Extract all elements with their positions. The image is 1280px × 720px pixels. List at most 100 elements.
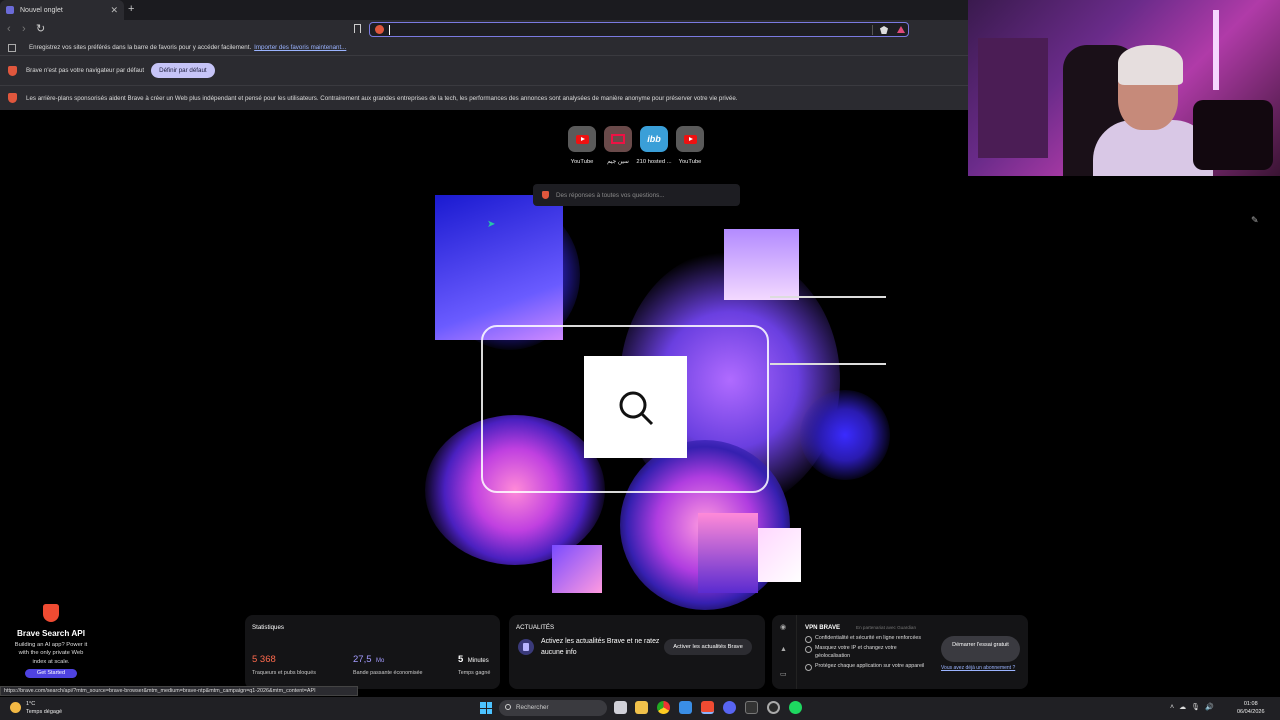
vpn-tab-icon[interactable]: ◉: [780, 623, 786, 631]
weather-widget[interactable]: 1°C Temps dégagé: [10, 700, 62, 717]
leo-placeholder: Des réponses à toutes vos questions...: [556, 191, 665, 199]
default-browser-infobar: Brave n'est pas votre navigateur par déf…: [0, 55, 968, 85]
vpn-partner: En partenariat avec Guardian: [856, 625, 917, 630]
back-icon[interactable]: ‹: [7, 23, 11, 35]
taskbar-search[interactable]: Rechercher: [499, 700, 607, 716]
close-tab-icon[interactable]: ✕: [110, 5, 118, 16]
brave-logo-icon: [43, 604, 59, 622]
sponsored-notice-bar: Les arrière-plans sponsorisés aident Bra…: [0, 85, 968, 110]
already-subscribed-link[interactable]: Vous avez déjà un abonnement ?: [941, 665, 1021, 672]
stats-title: Statistiques: [252, 624, 284, 631]
terminal-icon[interactable]: [745, 701, 758, 714]
search-api-promo[interactable]: Brave Search API Building an AI app? Pow…: [0, 604, 102, 689]
start-trial-button[interactable]: Démarrer l'essai gratuit: [941, 636, 1020, 662]
tab-strip: [0, 0, 968, 20]
bookmark-icon[interactable]: [354, 24, 361, 33]
stat-unit: Mo: [375, 658, 385, 664]
notepad-icon[interactable]: [679, 701, 692, 714]
taskbar-search-placeholder: Rechercher: [516, 704, 549, 711]
bookmarks-bar-text: Enregistrez vos sites préférés dans la b…: [29, 44, 252, 51]
card-switcher: ◉ ▲ ▭: [772, 615, 797, 689]
import-bookmarks-link[interactable]: Importer des favoris maintenant...: [254, 44, 346, 51]
enable-news-button[interactable]: Activer les actualités Brave: [664, 639, 752, 655]
file-explorer-icon[interactable]: [635, 701, 648, 714]
clock[interactable]: 01:08 06/04/2026: [1237, 700, 1265, 717]
clock-time: 01:08: [1243, 701, 1258, 707]
apps-icon[interactable]: [8, 43, 16, 52]
news-icon: [518, 639, 534, 655]
obs-icon[interactable]: [767, 701, 780, 714]
vpn-title: VPN BRAVE: [805, 624, 841, 631]
stat-unit: Minutes: [467, 658, 489, 664]
weather-desc: Temps dégagé: [26, 709, 63, 716]
text-caret: [389, 25, 390, 35]
stat-caption: Temps gagné: [458, 670, 491, 676]
stat-trackers: 5 368 Traqueurs et pubs bloqués: [252, 649, 316, 676]
default-browser-text: Brave n'est pas votre navigateur par déf…: [26, 67, 145, 74]
stat-caption: Traqueurs et pubs bloqués: [252, 670, 316, 676]
mouse-cursor-icon: ➤: [487, 219, 496, 230]
site-icon: [604, 126, 632, 152]
youtube-icon: [676, 126, 704, 152]
top-site-youtube[interactable]: YouTube: [568, 126, 596, 165]
top-site-3[interactable]: ibb 210 hosted ...: [636, 126, 672, 165]
search-icon: [505, 704, 511, 710]
set-default-button[interactable]: Définir par défaut: [151, 63, 215, 78]
get-started-button[interactable]: Get Started: [25, 669, 77, 679]
moon-icon: [10, 702, 21, 713]
news-text: Activez les actualités Brave et ne ratez…: [541, 638, 660, 656]
talk-tab-icon[interactable]: ▭: [780, 670, 787, 678]
news-title: ACTUALITÉS: [516, 624, 555, 631]
stat-time: 5 Minutes Temps gagné: [458, 649, 490, 676]
separator: [872, 25, 873, 35]
brave-lion-icon: [8, 93, 17, 103]
brave-rewards-icon[interactable]: [897, 26, 905, 33]
top-site-2[interactable]: سين جيم: [604, 126, 632, 165]
leo-ask-input[interactable]: Des réponses à toutes vos questions...: [533, 184, 740, 206]
sponsored-notice-text: Les arrière-plans sponsorisés aident Bra…: [26, 94, 738, 102]
vpn-card: ◉ ▲ ▭ VPN BRAVE En partenariat avec Guar…: [772, 615, 1028, 689]
stat-value: 27,5: [353, 654, 372, 665]
brave-lion-icon: [8, 65, 17, 76]
brave-taskbar-icon[interactable]: [701, 701, 714, 714]
brave-tab-icon: [6, 6, 14, 14]
stat-caption: Bande passante économisée: [353, 670, 423, 676]
vpn-features: Confidentialité et sécurité en ligne ren…: [805, 635, 933, 673]
ibb-icon: ibb: [640, 126, 668, 152]
stat-value: 5 368: [252, 654, 276, 665]
address-bar[interactable]: [369, 22, 909, 37]
chrome-icon[interactable]: [657, 701, 670, 714]
system-tray[interactable]: ˄☁🎙🔊: [1170, 703, 1219, 711]
windows-start-icon[interactable]: [480, 702, 492, 714]
discord-icon[interactable]: [723, 701, 736, 714]
forward-icon[interactable]: ›: [22, 23, 26, 35]
site-info-icon[interactable]: [375, 25, 384, 34]
top-site-youtube-2[interactable]: YouTube: [676, 126, 704, 165]
list-item: Masquez votre IP et changez votre géoloc…: [805, 645, 933, 661]
bookmarks-bar: Enregistrez vos sites préférés dans la b…: [0, 40, 968, 55]
stat-bandwidth: 27,5 Mo Bande passante économisée: [353, 649, 423, 676]
reload-icon[interactable]: ↻: [36, 22, 45, 35]
promo-title: Brave Search API: [17, 629, 85, 638]
list-item: Confidentialité et sécurité en ligne ren…: [805, 635, 933, 643]
brave-shields-icon[interactable]: [880, 26, 888, 34]
spotify-icon[interactable]: [789, 701, 802, 714]
ibb-icon-text: ibb: [647, 134, 661, 144]
clock-date: 06/04/2026: [1237, 709, 1265, 716]
customize-icon[interactable]: ✎: [1251, 215, 1259, 226]
webcam-overlay: [968, 0, 1280, 176]
stats-card: Statistiques 5 368 Traqueurs et pubs blo…: [245, 615, 500, 689]
rewards-tab-icon[interactable]: ▲: [780, 646, 787, 653]
youtube-icon: [568, 126, 596, 152]
list-item: Protégez chaque application sur votre ap…: [805, 663, 933, 671]
tab-new-tab[interactable]: Nouvel onglet ✕: [0, 0, 124, 20]
stat-value: 5: [458, 654, 464, 665]
weather-temp: 1°C: [26, 701, 36, 707]
news-card: ACTUALITÉS Activez les actualités Brave …: [509, 615, 765, 689]
task-view-icon[interactable]: [614, 701, 627, 714]
status-url: https://brave.com/search/api/?mtm_source…: [0, 686, 358, 696]
top-site-label: YouTube: [678, 159, 702, 165]
new-tab-button[interactable]: +: [128, 3, 134, 15]
tab-title: Nouvel onglet: [20, 6, 63, 14]
magnifier-art-icon: [619, 391, 654, 426]
